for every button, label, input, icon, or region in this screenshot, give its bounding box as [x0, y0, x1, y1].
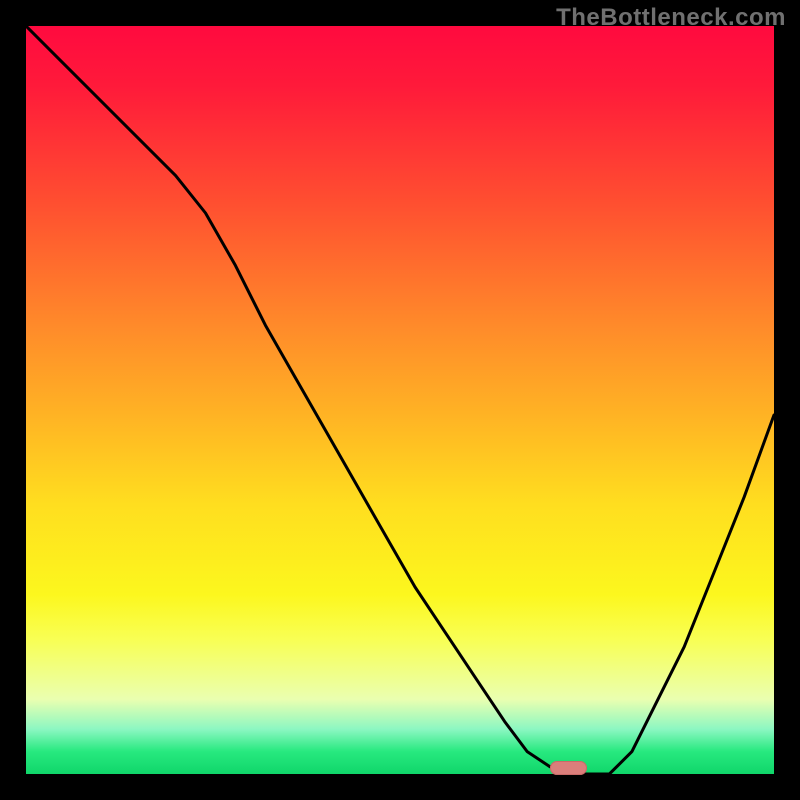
curve-layer: [26, 26, 774, 774]
bottleneck-curve: [26, 26, 774, 774]
watermark-label: TheBottleneck.com: [556, 4, 786, 32]
plot-area: [26, 26, 774, 774]
optimum-marker: [550, 761, 587, 776]
chart-frame: TheBottleneck.com: [0, 0, 800, 800]
